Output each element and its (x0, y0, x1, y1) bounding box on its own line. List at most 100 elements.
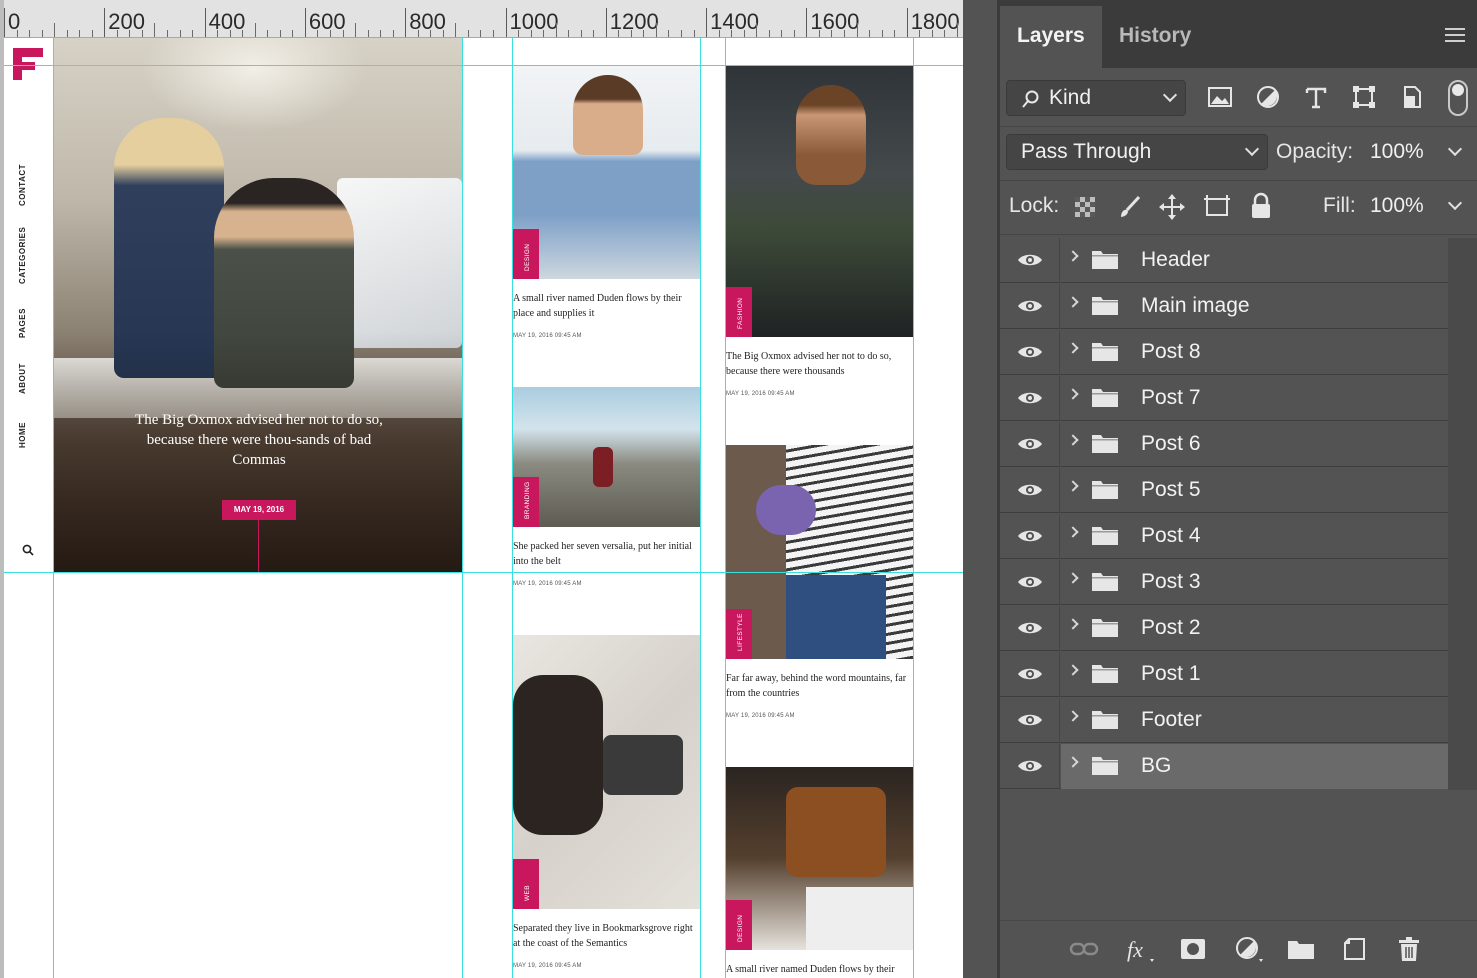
post-card[interactable]: LIFESTYLE Far far away, behind the word … (726, 445, 914, 719)
filter-toggle[interactable] (1448, 80, 1468, 116)
image-filter-icon[interactable] (1207, 84, 1233, 110)
layer-body[interactable]: Footer (1061, 698, 1448, 743)
document-canvas[interactable]: CONTACT CATEGORIES PAGES ABOUT HOME The … (4, 38, 963, 978)
layer-body[interactable]: Post 8 (1061, 330, 1448, 375)
adjustment-layer-icon[interactable] (1233, 935, 1263, 963)
smart-object-filter-icon[interactable] (1399, 84, 1425, 110)
layer-row[interactable]: Post 4 (1000, 514, 1448, 559)
visibility-eye-icon[interactable] (1000, 744, 1060, 789)
visibility-eye-icon[interactable] (1000, 330, 1060, 375)
opacity-chevron-icon[interactable] (1447, 141, 1463, 157)
visibility-eye-icon[interactable] (1000, 606, 1060, 651)
layer-row[interactable]: Post 3 (1000, 560, 1448, 605)
ruler-minor-tick (279, 30, 281, 37)
delete-icon[interactable] (1394, 935, 1424, 963)
post-card[interactable]: DESIGN A small river named Duden flows b… (726, 767, 914, 977)
opacity-label: Opacity: (1276, 140, 1354, 163)
layer-row[interactable]: Post 5 (1000, 468, 1448, 513)
layer-row[interactable]: Post 6 (1000, 422, 1448, 467)
adjustment-filter-icon[interactable] (1255, 84, 1281, 110)
lock-transparency-icon[interactable] (1073, 195, 1097, 219)
ruler-minor-tick (580, 30, 582, 37)
fx-icon[interactable]: fx (1124, 935, 1154, 963)
visibility-eye-icon[interactable] (1000, 698, 1060, 743)
layer-row[interactable]: BG (1000, 744, 1448, 789)
ruler-minor-tick (267, 30, 269, 37)
expand-chevron-icon[interactable] (1067, 296, 1079, 308)
ruler-minor-tick (317, 30, 319, 37)
visibility-eye-icon[interactable] (1000, 514, 1060, 559)
type-filter-icon[interactable] (1303, 84, 1329, 110)
nav-pages[interactable]: PAGES (18, 308, 27, 338)
opacity-value[interactable]: 100% (1370, 140, 1424, 164)
layer-body[interactable]: Post 5 (1061, 468, 1448, 513)
lock-pixels-brush-icon[interactable] (1117, 194, 1143, 220)
new-layer-icon[interactable] (1340, 935, 1370, 963)
separator (1000, 180, 1477, 181)
nav-home[interactable]: HOME (18, 422, 27, 448)
nav-contact[interactable]: CONTACT (18, 164, 27, 206)
expand-chevron-icon[interactable] (1067, 480, 1079, 492)
nav-about[interactable]: ABOUT (18, 363, 27, 394)
expand-chevron-icon[interactable] (1067, 572, 1079, 584)
visibility-eye-icon[interactable] (1000, 652, 1060, 697)
post-card[interactable]: FASHION The Big Oxmox advised her not to… (726, 65, 914, 397)
layer-body[interactable]: Post 1 (1061, 652, 1448, 697)
layer-row[interactable]: Post 2 (1000, 606, 1448, 651)
search-icon[interactable] (22, 543, 34, 556)
lock-all-icon[interactable] (1249, 192, 1273, 220)
layer-row[interactable]: Post 7 (1000, 376, 1448, 421)
post-image: FASHION (726, 65, 914, 337)
layer-body[interactable]: Post 4 (1061, 514, 1448, 559)
expand-chevron-icon[interactable] (1067, 526, 1079, 538)
ruler-minor-tick (179, 30, 181, 37)
kind-filter-dropdown[interactable]: Kind (1006, 80, 1186, 116)
visibility-eye-icon[interactable] (1000, 422, 1060, 467)
post-title: The Big Oxmox advised her not to do so, … (726, 351, 892, 377)
fill-chevron-icon[interactable] (1447, 195, 1463, 211)
new-group-icon[interactable] (1286, 935, 1316, 963)
layer-row[interactable]: Main image (1000, 284, 1448, 329)
add-mask-icon[interactable] (1178, 935, 1208, 963)
tab-layers[interactable]: Layers (1000, 6, 1102, 68)
layer-body[interactable]: Post 2 (1061, 606, 1448, 651)
expand-chevron-icon[interactable] (1067, 250, 1079, 262)
panel-menu-icon[interactable] (1445, 28, 1465, 42)
expand-chevron-icon[interactable] (1067, 342, 1079, 354)
layer-row[interactable]: Footer (1000, 698, 1448, 743)
layer-body[interactable]: Post 3 (1061, 560, 1448, 605)
chevron-down-icon (1244, 141, 1260, 157)
shape-filter-icon[interactable] (1351, 84, 1377, 110)
layer-name: Post 2 (1141, 616, 1201, 639)
fill-value[interactable]: 100% (1370, 194, 1424, 218)
layer-body[interactable]: Post 7 (1061, 376, 1448, 421)
photoshop-window: 0 200 400 600 800 1000 1200 1400 1600 1800 CONTAC… (0, 0, 1477, 978)
layer-body[interactable]: Post 6 (1061, 422, 1448, 467)
tab-history[interactable]: History (1102, 6, 1208, 68)
visibility-eye-icon[interactable] (1000, 376, 1060, 421)
link-layers-icon[interactable] (1069, 935, 1099, 963)
expand-chevron-icon[interactable] (1067, 434, 1079, 446)
post-card[interactable]: BRANDING She packed her seven versalia, … (513, 387, 701, 587)
expand-chevron-icon[interactable] (1067, 664, 1079, 676)
nav-categories[interactable]: CATEGORIES (18, 227, 27, 284)
expand-chevron-icon[interactable] (1067, 618, 1079, 630)
expand-chevron-icon[interactable] (1067, 388, 1079, 400)
post-card[interactable]: WEB Separated they live in Bookmarksgrov… (513, 635, 701, 969)
post-card[interactable]: DESIGN A small river named Duden flows b… (513, 65, 701, 339)
layer-body[interactable]: Main image (1061, 284, 1448, 329)
expand-chevron-icon[interactable] (1067, 710, 1079, 722)
lock-position-move-icon[interactable] (1158, 193, 1186, 221)
blend-mode-dropdown[interactable]: Pass Through (1006, 134, 1268, 170)
layer-row[interactable]: Header (1000, 238, 1448, 283)
visibility-eye-icon[interactable] (1000, 238, 1060, 283)
expand-chevron-icon[interactable] (1067, 756, 1079, 768)
visibility-eye-icon[interactable] (1000, 468, 1060, 513)
layer-row[interactable]: Post 8 (1000, 330, 1448, 375)
lock-artboard-icon[interactable] (1202, 193, 1232, 221)
visibility-eye-icon[interactable] (1000, 560, 1060, 605)
visibility-eye-icon[interactable] (1000, 284, 1060, 329)
layer-body[interactable]: Header (1061, 238, 1448, 283)
layer-body[interactable]: BG (1061, 744, 1448, 789)
layer-row[interactable]: Post 1 (1000, 652, 1448, 697)
